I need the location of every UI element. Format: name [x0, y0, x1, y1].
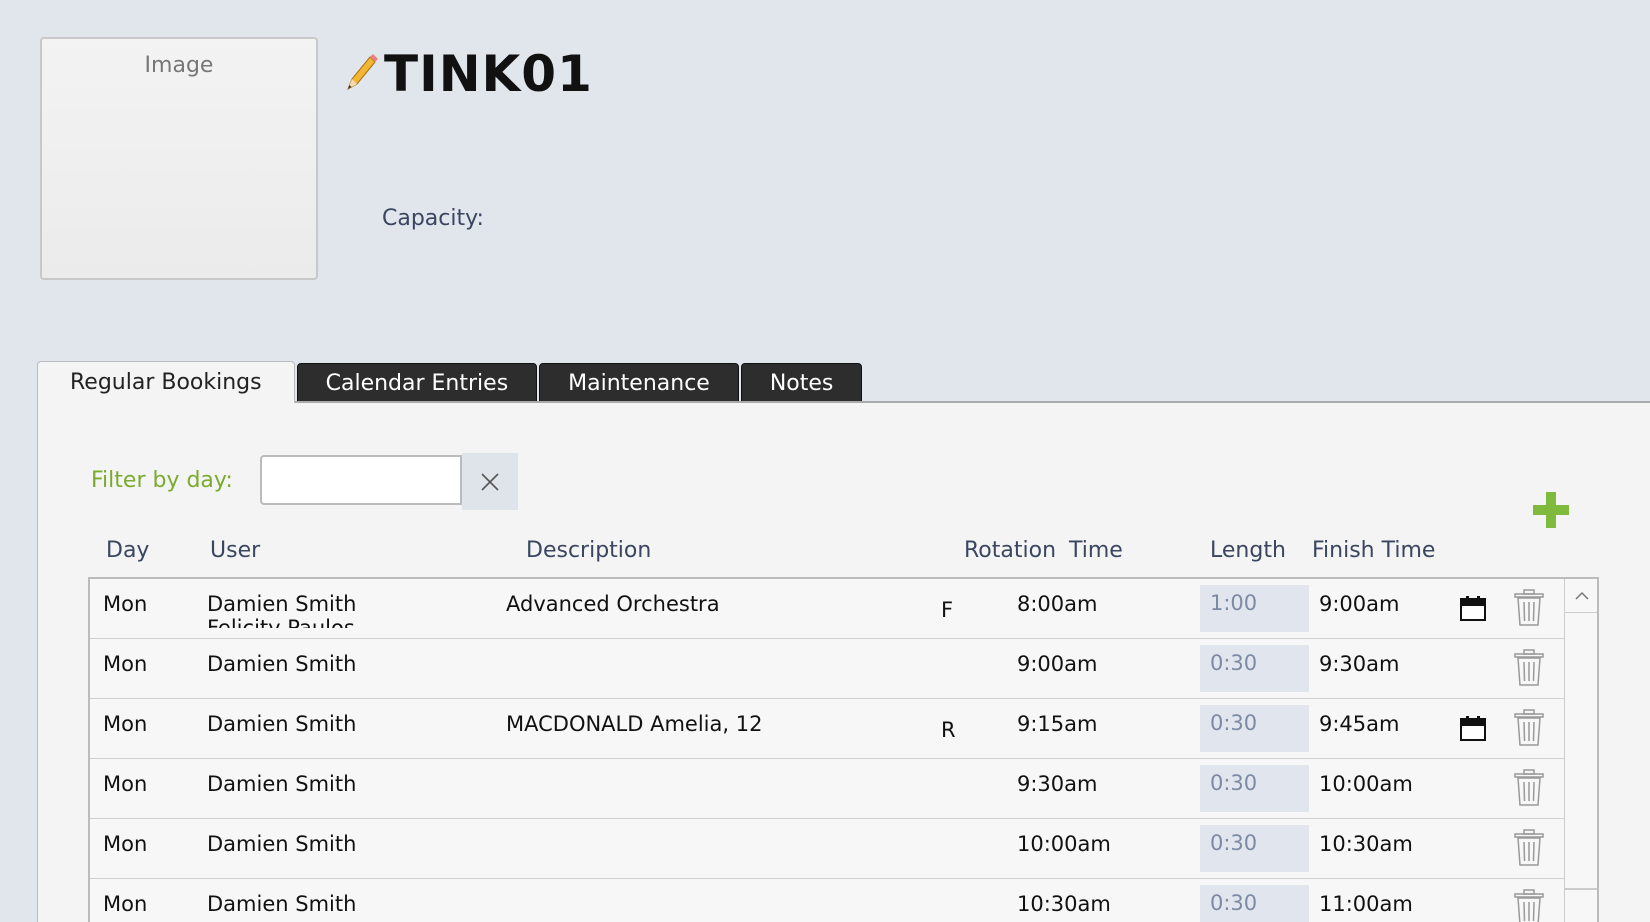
table-row[interactable]: Mon Damien Smith 9:00am 0:30 9:30am [90, 639, 1564, 699]
cell-user: Damien Smith [207, 772, 356, 808]
cell-description: Advanced Orchestra [506, 592, 720, 616]
plus-icon[interactable] [1531, 490, 1571, 530]
column-header-description: Description [526, 538, 652, 563]
cell-time: 9:30am [1017, 772, 1098, 796]
table-row[interactable]: Mon Damien Smith 9:30am 0:30 10:00am [90, 759, 1564, 819]
cell-finish-time: 9:00am [1319, 592, 1400, 616]
calendar-icon[interactable] [1460, 595, 1486, 621]
capacity-label: Capacity: [382, 206, 484, 231]
filter-clear-button[interactable] [462, 453, 518, 510]
length-field[interactable]: 0:30 [1200, 765, 1309, 812]
cell-user: Damien Smith [207, 892, 356, 922]
length-field[interactable]: 0:30 [1200, 825, 1309, 872]
cell-time: 10:00am [1017, 832, 1111, 856]
cell-day: Mon [103, 832, 148, 856]
cell-description: MACDONALD Amelia, 12 [506, 712, 763, 736]
cell-user: Damien Smith [207, 712, 356, 748]
cell-finish-time: 10:00am [1319, 772, 1413, 796]
title-row: TINK01 [340, 44, 593, 104]
cell-day: Mon [103, 712, 148, 736]
table-row[interactable]: Mon Damien Smith MACDONALD Amelia, 12 R 9:15… [90, 699, 1564, 759]
scrollbar[interactable] [1564, 579, 1597, 922]
trash-icon[interactable] [1514, 589, 1544, 627]
column-header-user: User [210, 538, 261, 563]
column-header-rotation: Rotation [964, 538, 1057, 563]
close-icon [481, 472, 499, 491]
cell-day: Mon [103, 892, 148, 916]
cell-rotation: F [941, 598, 954, 622]
cell-finish-time: 9:45am [1319, 712, 1400, 736]
cell-day: Mon [103, 652, 148, 676]
image-placeholder-label: Image [144, 53, 214, 78]
cell-time: 8:00am [1017, 592, 1098, 616]
user-name: Damien Smith [207, 772, 357, 796]
filter-label: Filter by day: [91, 468, 233, 493]
cell-rotation: R [941, 718, 956, 742]
trash-icon[interactable] [1514, 709, 1544, 747]
cell-user: Damien Smith Felicity Paulos [207, 592, 356, 628]
trash-icon[interactable] [1514, 889, 1544, 922]
table-row[interactable]: Mon Damien Smith 10:00am 0:30 10:30am [90, 819, 1564, 879]
cell-time: 10:30am [1017, 892, 1111, 916]
column-header-time: Time [1069, 538, 1123, 563]
cell-finish-time: 9:30am [1319, 652, 1400, 676]
cell-day: Mon [103, 772, 148, 796]
trash-icon[interactable] [1514, 649, 1544, 687]
calendar-icon[interactable] [1460, 715, 1486, 741]
chevron-up-icon [1575, 591, 1589, 600]
table-row[interactable]: Mon Damien Smith Felicity Paulos Advanced O… [90, 579, 1564, 639]
cell-finish-time: 10:30am [1319, 832, 1413, 856]
cell-user: Damien Smith [207, 652, 356, 688]
bookings-table: Mon Damien Smith Felicity Paulos Advanced O… [88, 577, 1599, 922]
column-header-finish-time: Finish Time [1312, 538, 1436, 563]
length-field[interactable]: 1:00 [1200, 585, 1309, 632]
column-header-length: Length [1210, 538, 1286, 563]
tab-bar: Regular Bookings Calendar Entries Mainte… [37, 361, 864, 403]
trash-icon[interactable] [1514, 829, 1544, 867]
tab-notes[interactable]: Notes [740, 363, 863, 403]
tab-maintenance[interactable]: Maintenance [539, 363, 739, 403]
length-field[interactable]: 0:30 [1200, 885, 1309, 922]
user-name: Damien Smith [207, 712, 357, 736]
user-name: Damien Smith [207, 832, 357, 856]
length-field[interactable]: 0:30 [1200, 645, 1309, 692]
table-row[interactable]: Mon Damien Smith 10:30am 0:30 11:00am [90, 879, 1564, 922]
scroll-thumb[interactable] [1565, 613, 1597, 890]
cell-time: 9:00am [1017, 652, 1098, 676]
tab-regular-bookings[interactable]: Regular Bookings [37, 361, 295, 403]
column-header-day: Day [106, 538, 150, 563]
cell-time: 9:15am [1017, 712, 1098, 736]
filter-day-input[interactable] [260, 455, 462, 505]
cell-finish-time: 11:00am [1319, 892, 1413, 916]
scroll-up-button[interactable] [1565, 579, 1597, 613]
user-name: Damien Smith [207, 652, 357, 676]
image-placeholder[interactable]: Image [40, 37, 318, 280]
page-title: TINK01 [384, 45, 593, 103]
cell-day: Mon [103, 592, 148, 616]
user-name: Damien Smith [207, 892, 357, 916]
tab-calendar-entries[interactable]: Calendar Entries [296, 363, 538, 403]
user-name-secondary: Felicity Paulos [207, 616, 355, 628]
length-field[interactable]: 0:30 [1200, 705, 1309, 752]
trash-icon[interactable] [1514, 769, 1544, 807]
user-name: Damien Smith [207, 592, 357, 616]
cell-user: Damien Smith [207, 832, 356, 868]
pencil-icon[interactable] [340, 53, 378, 95]
